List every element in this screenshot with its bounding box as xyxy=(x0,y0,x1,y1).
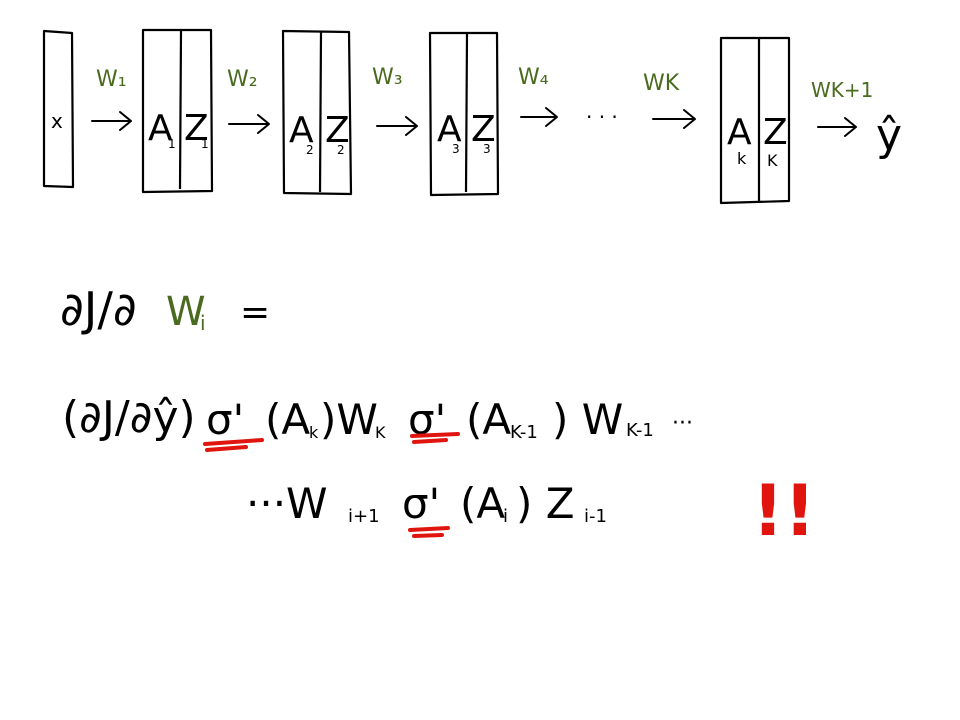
weight-edge-k: WK xyxy=(643,71,696,129)
arrow-icon xyxy=(228,114,270,134)
lhs-prefix: ∂J/∂ xyxy=(60,282,137,336)
term-a-k: (A xyxy=(265,395,310,444)
arrow-icon xyxy=(376,116,418,136)
w-i1: ···W xyxy=(246,479,328,528)
weight-edge-k1: WK+1 xyxy=(811,78,873,137)
equation-line-1: (∂J/∂ŷ) σ' (A k )W K σ' (A K-1 ) W K-1 ·… xyxy=(62,392,693,444)
layer-1-a-sub: 1 xyxy=(168,137,176,151)
dj-dyhat: (∂J/∂ŷ) xyxy=(62,392,196,443)
layer-3-z-sub: 3 xyxy=(483,142,491,156)
w-k-sub: K xyxy=(375,423,386,442)
ellipsis: · · · xyxy=(586,105,618,129)
weight-label-3: W₃ xyxy=(372,65,403,90)
sigma-prime-k: σ' xyxy=(206,395,244,444)
input-node: x xyxy=(42,29,75,189)
weight-edge-3: W₃ xyxy=(372,65,418,136)
layer-2-z-sub: 2 xyxy=(337,143,345,157)
weight-label-2: W₂ xyxy=(227,67,258,92)
backprop-diagram: x W₁ A 1 Z 1 W₂ A 2 Z 2 W₃ A 3 Z 3 W₄ · … xyxy=(42,28,902,552)
term-a-k1-sub: K-1 xyxy=(510,422,538,443)
weight-label-1: W₁ xyxy=(96,67,127,92)
layer-node-3: A 3 Z 3 xyxy=(428,31,500,197)
red-underline-1 xyxy=(203,438,264,452)
equation-lhs: ∂J/∂ W i = xyxy=(60,282,270,336)
layer-node-2: A 2 Z 2 xyxy=(281,29,353,196)
z-i1-sub: i-1 xyxy=(584,506,607,527)
red-underline-3 xyxy=(408,526,450,538)
term-a-k1: (A xyxy=(466,395,511,444)
layer-k-a-sub: k xyxy=(737,149,747,168)
arrow-icon xyxy=(652,109,696,129)
layer-k-a: A xyxy=(727,112,752,153)
layer-2-a-sub: 2 xyxy=(306,143,314,157)
arrow-icon xyxy=(91,111,132,131)
equals-sign: = xyxy=(240,292,270,333)
w-k1: ) W xyxy=(552,395,623,444)
exclamation-marks: !! xyxy=(752,470,816,552)
term-a-i-sub: i xyxy=(503,506,508,527)
lhs-weight-sub: i xyxy=(200,311,206,335)
weight-edge-4: W₄ xyxy=(518,65,558,127)
layer-3-a-sub: 3 xyxy=(452,142,460,156)
weight-label-k1: WK+1 xyxy=(811,78,873,102)
term-a-i: (A xyxy=(460,479,505,528)
term-a-k-sub: k xyxy=(309,423,319,442)
weight-label-4: W₄ xyxy=(518,65,549,90)
layer-k-z-sub: K xyxy=(767,151,778,170)
layer-k-z: Z xyxy=(763,112,788,153)
line-1-ellipsis: ··· xyxy=(672,411,693,436)
layer-node-1: A 1 Z 1 xyxy=(141,28,214,194)
weight-label-k: WK xyxy=(643,71,680,96)
arrow-icon xyxy=(817,117,857,137)
equation-line-2: ···W i+1 σ' (A i ) Z i-1 xyxy=(246,479,607,528)
output-label: ŷ xyxy=(876,110,902,161)
w-k1-sub: K-1 xyxy=(626,420,654,441)
arrow-icon xyxy=(520,107,558,127)
z-i1: ) Z xyxy=(516,479,575,528)
w-i1-sub: i+1 xyxy=(348,506,380,527)
layer-node-k: A k Z K xyxy=(719,36,791,205)
input-label: x xyxy=(51,109,63,133)
sigma-prime-i: σ' xyxy=(402,479,440,528)
w-k: )W xyxy=(320,395,378,444)
layer-1-z-sub: 1 xyxy=(201,137,209,151)
weight-edge-1: W₁ xyxy=(91,67,132,131)
weight-edge-2: W₂ xyxy=(227,67,270,134)
